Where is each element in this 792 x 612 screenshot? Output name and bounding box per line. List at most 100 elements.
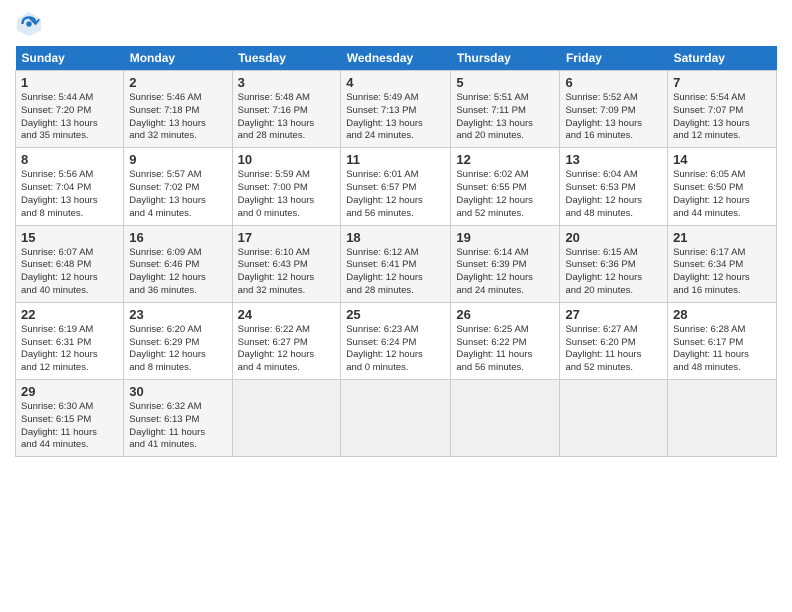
day-info: Sunrise: 5:57 AM Sunset: 7:02 PM Dayligh… bbox=[129, 169, 226, 220]
day-info: Sunrise: 5:46 AM Sunset: 7:18 PM Dayligh… bbox=[129, 92, 226, 143]
day-info: Sunrise: 6:14 AM Sunset: 6:39 PM Dayligh… bbox=[456, 247, 554, 298]
calendar-cell: 1Sunrise: 5:44 AM Sunset: 7:20 PM Daylig… bbox=[16, 71, 124, 148]
calendar-cell: 23 Sunrise: 6:20 AM Sunset: 6:29 PM Dayli… bbox=[124, 302, 232, 379]
day-number: 18 bbox=[346, 230, 445, 245]
calendar-cell: 26 Sunrise: 6:25 AM Sunset: 6:22 PM Dayli… bbox=[451, 302, 560, 379]
day-info: Sunrise: 5:52 AM Sunset: 7:09 PM Dayligh… bbox=[565, 92, 662, 143]
day-info: Sunrise: 6:25 AM Sunset: 6:22 PM Dayligh… bbox=[456, 324, 554, 375]
header-thursday: Thursday bbox=[451, 46, 560, 71]
day-number: 3 bbox=[238, 75, 336, 90]
day-info: Sunrise: 6:27 AM Sunset: 6:20 PM Dayligh… bbox=[565, 324, 662, 375]
day-info: Sunrise: 6:17 AM Sunset: 6:34 PM Dayligh… bbox=[673, 247, 771, 298]
calendar-cell bbox=[451, 380, 560, 457]
calendar-cell bbox=[341, 380, 451, 457]
day-number: 4 bbox=[346, 75, 445, 90]
calendar-cell: 2 Sunrise: 5:46 AM Sunset: 7:18 PM Daylig… bbox=[124, 71, 232, 148]
day-number: 26 bbox=[456, 307, 554, 322]
day-info: Sunrise: 6:04 AM Sunset: 6:53 PM Dayligh… bbox=[565, 169, 662, 220]
calendar-week-row: 8 Sunrise: 5:56 AM Sunset: 7:04 PM Daylig… bbox=[16, 148, 777, 225]
day-info: Sunrise: 6:22 AM Sunset: 6:27 PM Dayligh… bbox=[238, 324, 336, 375]
calendar-cell: 16 Sunrise: 6:09 AM Sunset: 6:46 PM Dayli… bbox=[124, 225, 232, 302]
day-info: Sunrise: 6:20 AM Sunset: 6:29 PM Dayligh… bbox=[129, 324, 226, 375]
calendar-cell: 12 Sunrise: 6:02 AM Sunset: 6:55 PM Dayli… bbox=[451, 148, 560, 225]
calendar-cell: 19Sunrise: 6:14 AM Sunset: 6:39 PM Dayli… bbox=[451, 225, 560, 302]
day-number: 1 bbox=[21, 75, 118, 90]
calendar-cell: 10 Sunrise: 5:59 AM Sunset: 7:00 PM Dayli… bbox=[232, 148, 341, 225]
header-friday: Friday bbox=[560, 46, 668, 71]
calendar-week-row: 29 Sunrise: 6:30 AM Sunset: 6:15 PM Dayli… bbox=[16, 380, 777, 457]
calendar-cell: 4 Sunrise: 5:49 AM Sunset: 7:13 PM Daylig… bbox=[341, 71, 451, 148]
day-number: 17 bbox=[238, 230, 336, 245]
day-number: 24 bbox=[238, 307, 336, 322]
calendar-cell: 28Sunrise: 6:28 AM Sunset: 6:17 PM Dayli… bbox=[668, 302, 777, 379]
day-info: Sunrise: 5:56 AM Sunset: 7:04 PM Dayligh… bbox=[21, 169, 118, 220]
day-number: 5 bbox=[456, 75, 554, 90]
day-info: Sunrise: 6:30 AM Sunset: 6:15 PM Dayligh… bbox=[21, 401, 118, 452]
header-tuesday: Tuesday bbox=[232, 46, 341, 71]
calendar-cell: 27 Sunrise: 6:27 AM Sunset: 6:20 PM Dayli… bbox=[560, 302, 668, 379]
calendar-cell bbox=[560, 380, 668, 457]
day-info: Sunrise: 6:07 AM Sunset: 6:48 PM Dayligh… bbox=[21, 247, 118, 298]
calendar-cell: 25 Sunrise: 6:23 AM Sunset: 6:24 PM Dayli… bbox=[341, 302, 451, 379]
calendar-cell: 22 Sunrise: 6:19 AM Sunset: 6:31 PM Dayli… bbox=[16, 302, 124, 379]
calendar-week-row: 1Sunrise: 5:44 AM Sunset: 7:20 PM Daylig… bbox=[16, 71, 777, 148]
logo bbox=[15, 10, 47, 38]
header-wednesday: Wednesday bbox=[341, 46, 451, 71]
day-number: 22 bbox=[21, 307, 118, 322]
day-number: 12 bbox=[456, 152, 554, 167]
day-info: Sunrise: 6:23 AM Sunset: 6:24 PM Dayligh… bbox=[346, 324, 445, 375]
day-number: 23 bbox=[129, 307, 226, 322]
day-number: 30 bbox=[129, 384, 226, 399]
day-number: 11 bbox=[346, 152, 445, 167]
day-number: 13 bbox=[565, 152, 662, 167]
calendar-header-row: Sunday Monday Tuesday Wednesday Thursday… bbox=[16, 46, 777, 71]
day-info: Sunrise: 6:05 AM Sunset: 6:50 PM Dayligh… bbox=[673, 169, 771, 220]
day-info: Sunrise: 5:59 AM Sunset: 7:00 PM Dayligh… bbox=[238, 169, 336, 220]
calendar-cell: 3 Sunrise: 5:48 AM Sunset: 7:16 PM Daylig… bbox=[232, 71, 341, 148]
day-info: Sunrise: 6:19 AM Sunset: 6:31 PM Dayligh… bbox=[21, 324, 118, 375]
day-number: 16 bbox=[129, 230, 226, 245]
day-number: 27 bbox=[565, 307, 662, 322]
day-info: Sunrise: 6:02 AM Sunset: 6:55 PM Dayligh… bbox=[456, 169, 554, 220]
day-number: 7 bbox=[673, 75, 771, 90]
day-number: 25 bbox=[346, 307, 445, 322]
day-number: 8 bbox=[21, 152, 118, 167]
day-info: Sunrise: 6:32 AM Sunset: 6:13 PM Dayligh… bbox=[129, 401, 226, 452]
calendar-cell: 14 Sunrise: 6:05 AM Sunset: 6:50 PM Dayli… bbox=[668, 148, 777, 225]
calendar-cell: 9 Sunrise: 5:57 AM Sunset: 7:02 PM Daylig… bbox=[124, 148, 232, 225]
calendar-cell: 30 Sunrise: 6:32 AM Sunset: 6:13 PM Dayli… bbox=[124, 380, 232, 457]
calendar-cell bbox=[668, 380, 777, 457]
calendar-cell: 17 Sunrise: 6:10 AM Sunset: 6:43 PM Dayli… bbox=[232, 225, 341, 302]
calendar-cell: 29 Sunrise: 6:30 AM Sunset: 6:15 PM Dayli… bbox=[16, 380, 124, 457]
calendar-cell: 11 Sunrise: 6:01 AM Sunset: 6:57 PM Dayli… bbox=[341, 148, 451, 225]
day-number: 9 bbox=[129, 152, 226, 167]
day-info: Sunrise: 6:10 AM Sunset: 6:43 PM Dayligh… bbox=[238, 247, 336, 298]
calendar-cell: 6Sunrise: 5:52 AM Sunset: 7:09 PM Daylig… bbox=[560, 71, 668, 148]
day-info: Sunrise: 5:49 AM Sunset: 7:13 PM Dayligh… bbox=[346, 92, 445, 143]
day-number: 2 bbox=[129, 75, 226, 90]
day-info: Sunrise: 6:28 AM Sunset: 6:17 PM Dayligh… bbox=[673, 324, 771, 375]
calendar-cell: 5 Sunrise: 5:51 AM Sunset: 7:11 PM Daylig… bbox=[451, 71, 560, 148]
header-monday: Monday bbox=[124, 46, 232, 71]
calendar-cell: 15 Sunrise: 6:07 AM Sunset: 6:48 PM Dayli… bbox=[16, 225, 124, 302]
day-number: 14 bbox=[673, 152, 771, 167]
day-number: 20 bbox=[565, 230, 662, 245]
day-info: Sunrise: 6:15 AM Sunset: 6:36 PM Dayligh… bbox=[565, 247, 662, 298]
main-container: Sunday Monday Tuesday Wednesday Thursday… bbox=[0, 0, 792, 467]
day-number: 15 bbox=[21, 230, 118, 245]
calendar-cell: 8 Sunrise: 5:56 AM Sunset: 7:04 PM Daylig… bbox=[16, 148, 124, 225]
header-sunday: Sunday bbox=[16, 46, 124, 71]
day-number: 29 bbox=[21, 384, 118, 399]
calendar-cell: 24 Sunrise: 6:22 AM Sunset: 6:27 PM Dayli… bbox=[232, 302, 341, 379]
day-info: Sunrise: 5:48 AM Sunset: 7:16 PM Dayligh… bbox=[238, 92, 336, 143]
calendar-cell: 20 Sunrise: 6:15 AM Sunset: 6:36 PM Dayli… bbox=[560, 225, 668, 302]
calendar-cell: 13 Sunrise: 6:04 AM Sunset: 6:53 PM Dayli… bbox=[560, 148, 668, 225]
calendar-week-row: 15 Sunrise: 6:07 AM Sunset: 6:48 PM Dayli… bbox=[16, 225, 777, 302]
header bbox=[15, 10, 777, 38]
day-info: Sunrise: 5:54 AM Sunset: 7:07 PM Dayligh… bbox=[673, 92, 771, 143]
day-info: Sunrise: 6:01 AM Sunset: 6:57 PM Dayligh… bbox=[346, 169, 445, 220]
day-number: 10 bbox=[238, 152, 336, 167]
day-info: Sunrise: 5:51 AM Sunset: 7:11 PM Dayligh… bbox=[456, 92, 554, 143]
day-info: Sunrise: 6:09 AM Sunset: 6:46 PM Dayligh… bbox=[129, 247, 226, 298]
calendar-table: Sunday Monday Tuesday Wednesday Thursday… bbox=[15, 46, 777, 457]
